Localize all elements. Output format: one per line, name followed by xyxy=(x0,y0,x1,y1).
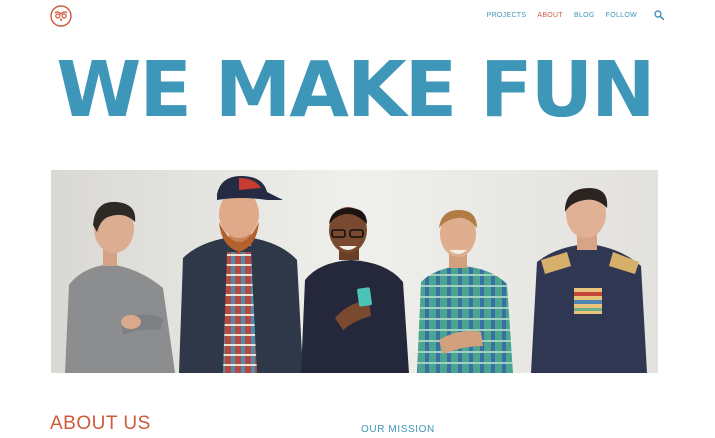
page: PROJECTS ABOUT BLOG FOLLOW WE MAKE FUN A… xyxy=(0,0,715,438)
about-us-heading: ABOUT US xyxy=(50,413,151,434)
nav-blog[interactable]: BLOG xyxy=(574,12,595,19)
our-mission-heading: OUR MISSION xyxy=(361,424,435,435)
owl-face-icon[interactable] xyxy=(50,5,72,27)
main-nav: PROJECTS ABOUT BLOG FOLLOW xyxy=(487,10,664,20)
nav-projects[interactable]: PROJECTS xyxy=(487,12,527,19)
team-photo xyxy=(51,170,658,373)
nav-about[interactable]: ABOUT xyxy=(537,12,563,19)
search-icon[interactable] xyxy=(654,10,664,20)
nav-follow[interactable]: FOLLOW xyxy=(606,12,637,19)
hero-title: WE MAKE FUN xyxy=(56,46,655,135)
